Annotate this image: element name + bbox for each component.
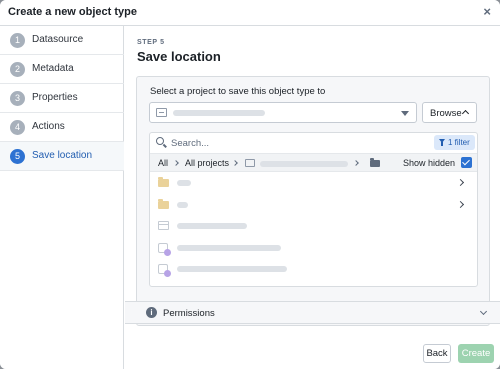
search-icon	[156, 137, 164, 145]
search-row: 1 filter	[150, 133, 477, 153]
filter-icon	[439, 139, 445, 146]
breadcrumb-all-projects[interactable]: All projects	[185, 158, 229, 168]
step-save-location[interactable]: 5 Save location	[0, 142, 124, 171]
caret-down-icon	[401, 111, 409, 116]
dialog-header: Create a new object type ×	[0, 0, 500, 26]
step-label: Actions	[32, 121, 65, 132]
filter-button[interactable]: 1 filter	[434, 135, 475, 150]
chevron-right-icon[interactable]	[456, 200, 465, 208]
step-number: 3	[10, 91, 25, 106]
list-item[interactable]	[150, 215, 477, 237]
filter-label: 1 filter	[448, 138, 470, 147]
create-object-type-dialog: Create a new object type × 1 Datasource …	[0, 0, 500, 369]
step-label: Properties	[32, 92, 78, 103]
file-list	[150, 172, 477, 280]
create-button[interactable]: Create	[458, 344, 494, 363]
item-name	[177, 201, 188, 208]
project-browser: 1 filter All All projects Show hidden	[149, 132, 478, 287]
step-label: Metadata	[32, 63, 74, 74]
main-content: STEP 5 Save location Select a project to…	[125, 26, 500, 369]
chevron-down-icon	[479, 307, 488, 316]
object-type-icon	[158, 264, 171, 277]
show-hidden-label: Show hidden	[403, 158, 456, 168]
steps-sidebar: 1 Datasource 2 Metadata 3 Properties 4 A…	[0, 26, 124, 369]
folder-icon	[158, 198, 169, 209]
folder-icon	[158, 177, 169, 187]
project-icon	[245, 159, 255, 167]
step-actions[interactable]: 4 Actions	[0, 113, 124, 142]
chevron-right-icon	[232, 160, 238, 166]
chevron-right-icon	[353, 160, 359, 166]
object-type-icon	[158, 242, 171, 256]
chevron-right-icon[interactable]	[456, 178, 465, 187]
document-icon	[158, 221, 169, 230]
step-metadata[interactable]: 2 Metadata	[0, 55, 124, 84]
item-name	[177, 266, 287, 272]
step-number: 2	[10, 62, 25, 77]
page-title: Save location	[137, 49, 221, 64]
item-name	[177, 180, 191, 186]
browse-label: Browse	[430, 108, 462, 119]
step-number: 1	[10, 33, 25, 48]
dialog-title: Create a new object type	[8, 6, 137, 18]
project-icon	[156, 108, 167, 117]
selected-project-name	[173, 110, 265, 116]
breadcrumb-project[interactable]	[260, 161, 348, 167]
step-number: 5	[10, 149, 25, 164]
permissions-label: Permissions	[163, 308, 215, 319]
search-input[interactable]	[171, 136, 391, 150]
chevron-up-icon	[461, 109, 470, 118]
step-properties[interactable]: 3 Properties	[0, 84, 124, 113]
list-item[interactable]	[150, 194, 477, 216]
save-location-panel: Select a project to save this object typ…	[136, 76, 490, 326]
close-icon[interactable]: ×	[483, 4, 491, 19]
permissions-section[interactable]: i Permissions	[125, 301, 500, 324]
info-icon: i	[146, 307, 157, 318]
breadcrumb-all[interactable]: All	[158, 158, 168, 168]
item-name	[177, 244, 281, 251]
step-number: 4	[10, 120, 25, 135]
back-button[interactable]: Back	[423, 344, 451, 363]
project-select[interactable]	[149, 102, 417, 123]
step-datasource[interactable]: 1 Datasource	[0, 26, 124, 55]
item-name	[177, 223, 247, 229]
new-folder-icon[interactable]	[370, 158, 380, 167]
select-project-label: Select a project to save this object typ…	[150, 86, 326, 97]
step-label: Save location	[32, 150, 93, 161]
step-label: Datasource	[32, 34, 84, 45]
browse-button[interactable]: Browse	[422, 102, 477, 123]
step-caption: STEP 5	[137, 39, 165, 46]
breadcrumb: All All projects Show hidden	[150, 153, 477, 172]
chevron-right-icon	[173, 160, 179, 166]
list-item[interactable]	[150, 172, 477, 194]
show-hidden-checkbox[interactable]	[461, 157, 472, 168]
list-item[interactable]	[150, 258, 477, 280]
list-item[interactable]	[150, 237, 477, 259]
